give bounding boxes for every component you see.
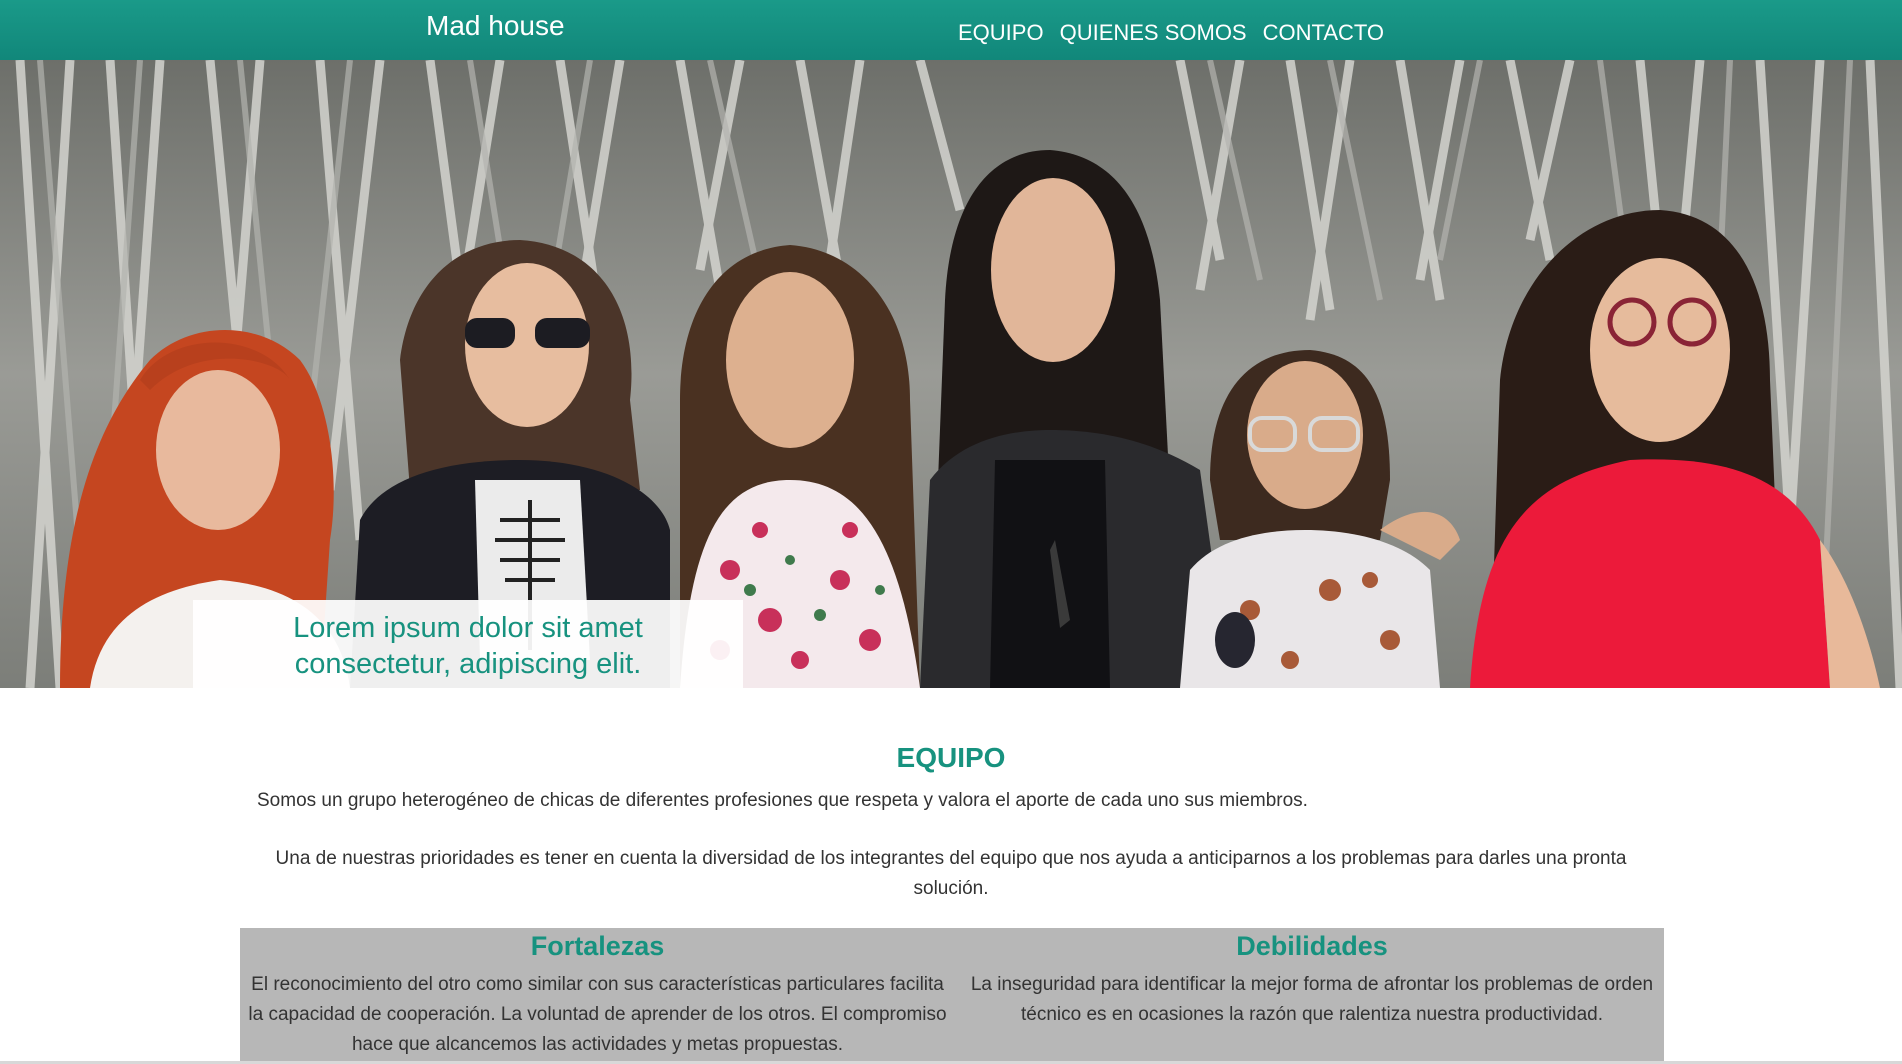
page: Mad house EQUIPO QUIENES SOMOS CONTACTO — [0, 0, 1902, 1064]
strengths-column: Fortalezas El reconocimiento del otro co… — [240, 928, 955, 1060]
weaknesses-column: Debilidades La inseguridad para identifi… — [960, 928, 1664, 1030]
hero-banner: Lorem ipsum dolor sit amet consectetur, … — [0, 60, 1902, 688]
strengths-text: El reconocimiento del otro como similar … — [248, 974, 947, 1055]
hero-caption-line-2: consectetur, adipiscing elit. — [294, 648, 642, 680]
section-title: EQUIPO — [896, 742, 1006, 773]
section-paragraph-2: Una de nuestras prioridades es tener en … — [275, 848, 1627, 899]
weaknesses-text: La inseguridad para identificar la mejor… — [970, 974, 1654, 1025]
weaknesses-title: Debilidades — [1236, 931, 1388, 961]
hero-caption: Lorem ipsum dolor sit amet consectetur, … — [193, 600, 743, 688]
nav-link-equipo[interactable]: EQUIPO — [958, 20, 1044, 46]
brand-logo-link[interactable]: Mad house — [426, 10, 565, 42]
top-navbar: Mad house EQUIPO QUIENES SOMOS CONTACTO — [0, 0, 1902, 60]
nav-link-quienes-somos[interactable]: QUIENES SOMOS — [1060, 20, 1247, 46]
section-paragraph-1: Somos un grupo heterogéneo de chicas de … — [257, 790, 1308, 811]
nav-links: EQUIPO QUIENES SOMOS CONTACTO — [958, 20, 1384, 46]
team-photo — [0, 60, 1902, 688]
hero-caption-line-1: Lorem ipsum dolor sit amet — [293, 612, 643, 644]
strengths-title: Fortalezas — [530, 931, 665, 961]
strengths-weaknesses-panel: Fortalezas El reconocimiento del otro co… — [240, 928, 1664, 1064]
nav-link-contacto[interactable]: CONTACTO — [1263, 20, 1384, 46]
